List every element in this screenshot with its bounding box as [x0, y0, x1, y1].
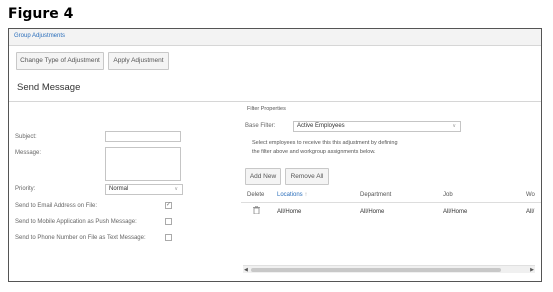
- change-type-button[interactable]: Change Type of Adjustment: [16, 52, 104, 70]
- figure-title: Figure 4: [8, 6, 74, 22]
- chevron-down-icon: ∨: [174, 186, 178, 192]
- app-window: Group Adjustments Change Type of Adjustm…: [8, 28, 542, 282]
- top-bar: Group Adjustments: [9, 29, 541, 46]
- filter-properties-title: Filter Properties: [247, 106, 286, 112]
- grid-header-divider: [241, 202, 541, 203]
- push-label: Send to Mobile Application as Push Messa…: [15, 219, 137, 225]
- scroll-left-icon[interactable]: ◀: [244, 266, 248, 274]
- apply-adjustment-button[interactable]: Apply Adjustment: [108, 52, 169, 70]
- push-checkbox[interactable]: [165, 218, 172, 225]
- text-label: Send to Phone Number on File as Text Mes…: [15, 235, 146, 241]
- email-label: Send to Email Address on File:: [15, 203, 98, 209]
- column-header-job[interactable]: Job: [443, 189, 453, 202]
- message-textarea[interactable]: [105, 147, 181, 181]
- subject-input[interactable]: [105, 131, 181, 142]
- cell-department: All/Home: [360, 209, 385, 215]
- sort-ascending-icon: ↑: [304, 192, 308, 198]
- group-adjustments-link[interactable]: Group Adjustments: [14, 33, 65, 39]
- message-label: Message:: [15, 150, 42, 156]
- cell-locations: All/Home: [277, 209, 302, 215]
- subject-label: Subject:: [15, 134, 37, 140]
- cell-job: All/Home: [443, 209, 468, 215]
- trash-icon[interactable]: [253, 206, 260, 218]
- remove-all-button[interactable]: Remove All: [285, 168, 329, 185]
- text-checkbox[interactable]: [165, 234, 172, 241]
- section-title: Send Message: [17, 82, 81, 93]
- column-header-locations[interactable]: Locations ↑: [277, 189, 307, 202]
- base-filter-select[interactable]: Active Employees ∨: [293, 121, 461, 132]
- column-header-wo[interactable]: Wo: [526, 189, 535, 202]
- filter-description-line1: Select employees to receive this this ad…: [252, 140, 398, 146]
- cell-wo: All/: [526, 209, 535, 215]
- priority-value: Normal: [109, 186, 129, 192]
- base-filter-value: Active Employees: [297, 123, 345, 129]
- scrollbar-thumb[interactable]: [251, 268, 501, 272]
- priority-label: Priority:: [15, 186, 36, 192]
- locations-header-label: Locations: [277, 192, 303, 198]
- email-checkbox[interactable]: ✓: [165, 202, 172, 209]
- column-header-department[interactable]: Department: [360, 189, 391, 202]
- base-filter-label: Base Filter:: [245, 123, 276, 129]
- column-header-delete[interactable]: Delete: [247, 189, 264, 202]
- filter-description-line2: the filter above and workgroup assignmen…: [252, 149, 376, 155]
- divider: [9, 101, 541, 102]
- scroll-right-icon[interactable]: ▶: [530, 266, 534, 274]
- add-new-button[interactable]: Add New: [245, 168, 281, 185]
- priority-select[interactable]: Normal ∨: [105, 184, 183, 195]
- horizontal-scrollbar[interactable]: ◀ ▶: [243, 265, 535, 273]
- chevron-down-icon: ∨: [452, 123, 456, 129]
